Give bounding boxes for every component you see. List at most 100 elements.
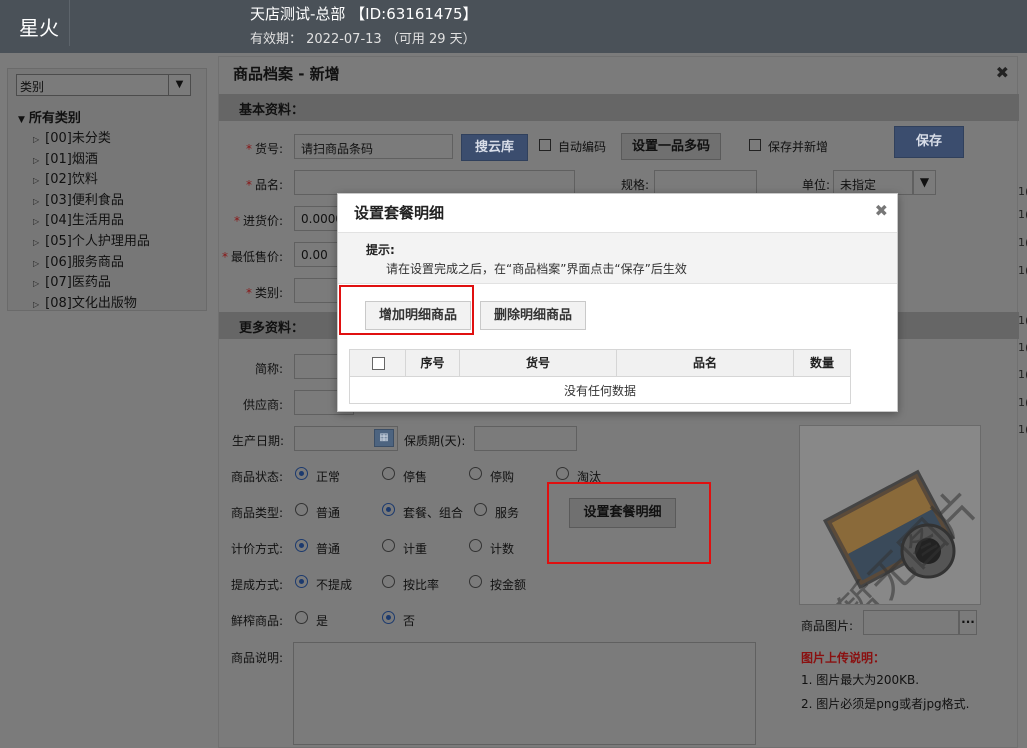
name-input[interactable] bbox=[294, 170, 575, 195]
edge-number: 1( bbox=[1018, 368, 1027, 381]
brand-logo[interactable]: 星火 bbox=[0, 0, 70, 46]
caret-right-icon: ▷ bbox=[33, 237, 40, 247]
pricing-radio-normal[interactable] bbox=[295, 539, 308, 552]
tree-item[interactable]: ▷ [07]医药品 bbox=[18, 273, 203, 294]
type-option-label: 普通 bbox=[316, 506, 341, 520]
category-select[interactable]: 类别 ▼ bbox=[16, 74, 191, 96]
status-label: 商品状态: bbox=[231, 470, 284, 484]
tree-item[interactable]: ▷ [00]未分类 bbox=[18, 129, 203, 150]
description-textarea[interactable] bbox=[293, 642, 756, 745]
fresh-option-label: 是 bbox=[316, 614, 329, 628]
highlight-box bbox=[547, 482, 711, 564]
tree-item[interactable]: ▷ [01]烟酒 bbox=[18, 150, 203, 171]
close-icon[interactable]: ✖ bbox=[996, 63, 1009, 82]
spec-input[interactable] bbox=[654, 170, 757, 195]
type-radio-normal[interactable] bbox=[295, 503, 308, 516]
status-option-label: 停售 bbox=[403, 470, 428, 484]
tree-item-label: [08]文化出版物 bbox=[45, 295, 137, 311]
image-note: 2. 图片必须是png或者jpg格式. bbox=[801, 697, 970, 711]
delete-detail-button[interactable]: 删除明细商品 bbox=[480, 301, 586, 330]
description-label: 商品说明: bbox=[231, 651, 284, 665]
status-radio-obsolete[interactable] bbox=[556, 467, 569, 480]
tree-item[interactable]: ▷ [02]饮料 bbox=[18, 170, 203, 191]
category-panel: 类别 ▼ ▼ 所有类别 ▷ [00]未分类 ▷ [01]烟酒 ▷ [02]饮料 ▷ [03… bbox=[7, 68, 207, 311]
sku-input[interactable]: 请扫商品条码 bbox=[294, 134, 453, 159]
min-price-label: * 最低售价: bbox=[221, 250, 283, 264]
tree-item-label: [02]饮料 bbox=[45, 172, 98, 188]
select-all-checkbox[interactable] bbox=[372, 357, 385, 370]
shelf-life-label: 保质期(天): bbox=[404, 434, 466, 448]
image-path-input[interactable] bbox=[863, 610, 959, 635]
tree-item[interactable]: ▷ [08]文化出版物 bbox=[18, 294, 203, 315]
table-header: 序号 货号 品名 数量 bbox=[350, 350, 850, 377]
commission-label: 提成方式: bbox=[231, 578, 284, 592]
sku-label: * 货号: bbox=[245, 142, 283, 156]
chevron-down-icon[interactable]: ▼ bbox=[913, 170, 936, 195]
caret-right-icon: ▷ bbox=[33, 135, 40, 144]
close-icon[interactable]: ✖ bbox=[875, 201, 888, 220]
caret-right-icon: ▷ bbox=[33, 176, 40, 186]
commission-option-label: 按比率 bbox=[403, 578, 440, 592]
tree-item[interactable]: ▷ [03]便利食品 bbox=[18, 191, 203, 212]
column-header: 货号 bbox=[460, 350, 617, 376]
status-option-label: 正常 bbox=[316, 470, 341, 484]
type-radio-combo[interactable] bbox=[382, 503, 395, 516]
auto-code-checkbox[interactable] bbox=[539, 139, 551, 151]
save-button[interactable]: 保存 bbox=[894, 126, 964, 158]
multi-code-button[interactable]: 设置一品多码 bbox=[621, 133, 721, 160]
tree-item[interactable]: ▷ [05]个人护理用品 bbox=[18, 232, 203, 253]
tip-title: 提示: bbox=[366, 243, 395, 257]
auto-code-label: 自动编码 bbox=[558, 140, 607, 154]
caret-down-icon: ▼ bbox=[18, 115, 25, 125]
status-radio-stop-sale[interactable] bbox=[382, 467, 395, 480]
spec-label: 规格: bbox=[620, 178, 649, 192]
pricing-label: 计价方式: bbox=[231, 542, 284, 556]
status-radio-stop-purchase[interactable] bbox=[469, 467, 482, 480]
edge-number: 1( bbox=[1018, 314, 1027, 327]
tree-item[interactable]: ▷ [04]生活用品 bbox=[18, 211, 203, 232]
commission-radio-amount[interactable] bbox=[469, 575, 482, 588]
edge-number: 1( bbox=[1018, 208, 1027, 221]
edge-number: 1( bbox=[1018, 264, 1027, 277]
status-option-label: 停购 bbox=[490, 470, 515, 484]
image-notes-title: 图片上传说明： bbox=[801, 651, 886, 665]
image-note: 1. 图片最大为200KB. bbox=[801, 673, 920, 687]
top-bar: 星火 天店测试-总部 【ID:63161475】 有效期： 2022-07-13… bbox=[0, 0, 1027, 53]
tree-item-label: [03]便利食品 bbox=[45, 192, 124, 208]
commission-radio-none[interactable] bbox=[295, 575, 308, 588]
calendar-icon[interactable]: ▦ bbox=[374, 429, 394, 447]
caret-right-icon: ▷ bbox=[33, 155, 40, 165]
tree-root[interactable]: ▼ 所有类别 bbox=[18, 109, 203, 129]
pricing-option-label: 普通 bbox=[316, 542, 341, 556]
tree-root-label: 所有类别 bbox=[28, 111, 81, 126]
supplier-label: 供应商: bbox=[242, 398, 283, 412]
browse-icon[interactable]: ··· bbox=[959, 610, 977, 635]
commission-option-label: 按金额 bbox=[490, 578, 527, 592]
pricing-radio-count[interactable] bbox=[469, 539, 482, 552]
caret-right-icon: ▷ bbox=[33, 299, 40, 309]
validity-text: 有效期： 2022-07-13 （可用 29 天） bbox=[250, 32, 476, 47]
pricing-radio-weight[interactable] bbox=[382, 539, 395, 552]
shelf-life-input[interactable] bbox=[474, 426, 577, 451]
unit-select[interactable]: 未指定 bbox=[833, 170, 913, 195]
fresh-radio-yes[interactable] bbox=[295, 611, 308, 624]
edge-number: 1( bbox=[1018, 236, 1027, 249]
product-image-placeholder: 暂无图片 bbox=[799, 425, 981, 605]
type-option-label: 套餐、组合 bbox=[403, 506, 464, 520]
save-and-new-checkbox[interactable] bbox=[749, 139, 761, 151]
edge-number: 1( bbox=[1018, 396, 1027, 409]
tree-item[interactable]: ▷ [06]服务商品 bbox=[18, 253, 203, 274]
chevron-down-icon[interactable]: ▼ bbox=[168, 75, 190, 95]
brand-name: 星火 bbox=[19, 16, 59, 40]
modal-title: 商品档案 - 新增 bbox=[233, 65, 340, 83]
category-select-value: 类别 bbox=[20, 80, 45, 94]
status-radio-normal[interactable] bbox=[295, 467, 308, 480]
type-radio-service[interactable] bbox=[474, 503, 487, 516]
fresh-radio-no[interactable] bbox=[382, 611, 395, 624]
commission-radio-ratio[interactable] bbox=[382, 575, 395, 588]
tree-item-label: [01]烟酒 bbox=[45, 151, 98, 167]
edge-number: 1( bbox=[1018, 423, 1027, 436]
search-cloud-button[interactable]: 搜云库 bbox=[461, 134, 528, 161]
category-label: * 类别: bbox=[245, 286, 283, 300]
caret-right-icon: ▷ bbox=[33, 258, 40, 268]
